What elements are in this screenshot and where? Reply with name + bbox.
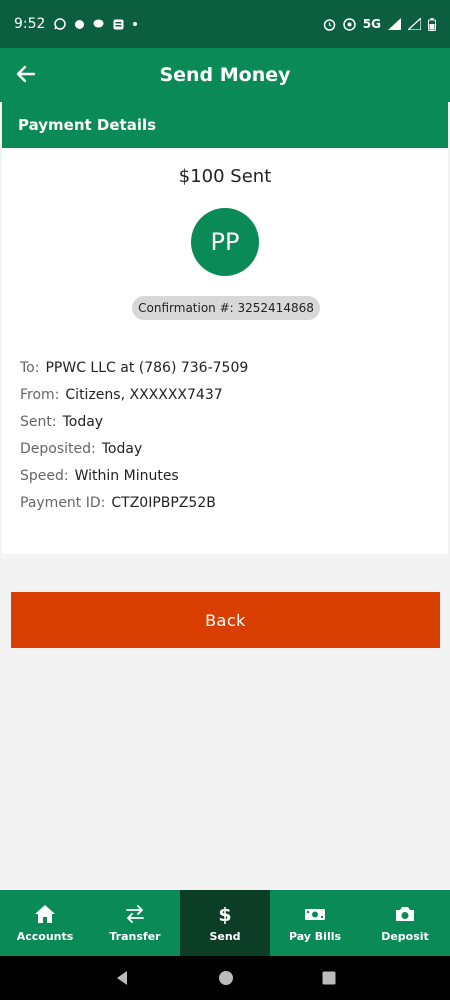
detail-row-from: From: Citizens, XXXXXX7437: [20, 381, 248, 408]
message-icon: [113, 19, 124, 29]
nav-label: Deposit: [381, 929, 429, 943]
app-bar: Send Money: [0, 48, 450, 102]
alarm-icon: [323, 18, 336, 31]
detail-label: To:: [20, 359, 40, 376]
clock: 9:52: [14, 16, 46, 32]
nav-item-accounts[interactable]: Accounts: [0, 890, 90, 956]
nav-label: Pay Bills: [288, 929, 342, 943]
status-bar: 9:52 5G: [0, 0, 450, 48]
nav-label: Transfer: [109, 929, 161, 943]
whatsapp-icon: [54, 18, 67, 30]
notification-dot-icon: [75, 19, 85, 29]
detail-row-to: To: PPWC LLC at (786) 736-7509: [20, 354, 248, 381]
system-back-icon[interactable]: [114, 970, 130, 986]
system-recents-icon[interactable]: [322, 971, 336, 985]
confirmation-badge: Confirmation #: 3252414868: [132, 296, 320, 320]
network-type: 5G: [362, 17, 381, 31]
back-arrow-icon[interactable]: [14, 62, 38, 86]
payment-details-card: $100 Sent PP Confirmation #: 3252414868 …: [2, 148, 448, 554]
hotspot-icon: [343, 17, 356, 31]
nav-label: Send: [209, 929, 241, 943]
signal-weak-icon: [408, 18, 421, 30]
detail-label: From:: [20, 386, 60, 403]
bill-icon: [305, 908, 325, 920]
nav-label: Accounts: [16, 929, 74, 943]
detail-row-sent: Sent: Today: [20, 408, 248, 435]
battery-icon: [428, 17, 436, 31]
detail-label: Deposited:: [20, 440, 96, 457]
nav-item-send[interactable]: $ Send: [180, 890, 270, 956]
detail-label: Speed:: [20, 467, 69, 484]
chat-bubble-icon: [93, 19, 104, 28]
svg-text:$: $: [218, 904, 231, 924]
detail-value: Within Minutes: [74, 467, 179, 484]
nav-item-transfer[interactable]: Transfer: [90, 890, 180, 956]
camera-icon: [396, 906, 414, 921]
nav-item-deposit[interactable]: Deposit: [360, 890, 450, 956]
avatar: PP: [191, 208, 259, 276]
signal-icon: [388, 18, 401, 30]
detail-value: PPWC LLC at (786) 736-7509: [45, 359, 249, 376]
detail-value: Today: [62, 413, 104, 430]
amount-sent: $100 Sent: [178, 166, 272, 187]
page-title: Send Money: [159, 64, 291, 86]
detail-value: CTZ0IPBPZ52B: [111, 494, 216, 511]
bottom-nav: Accounts Transfer $ Send Pay Bills Depos…: [0, 890, 450, 956]
nav-item-pay-bills[interactable]: Pay Bills: [270, 890, 360, 956]
detail-row-speed: Speed: Within Minutes: [20, 462, 248, 489]
dollar-icon: $: [218, 904, 231, 924]
home-icon: [35, 904, 55, 923]
detail-row-deposited: Deposited: Today: [20, 435, 248, 462]
small-dot-icon: [133, 22, 138, 26]
detail-label: Payment ID:: [20, 494, 106, 511]
detail-label: Sent:: [20, 413, 57, 430]
detail-row-payment-id: Payment ID: CTZ0IPBPZ52B: [20, 489, 248, 516]
section-header: Payment Details: [2, 102, 448, 148]
transfer-arrows-icon: [126, 904, 144, 923]
system-home-icon[interactable]: [218, 970, 234, 986]
details-list: To: PPWC LLC at (786) 736-7509 From: Citiz…: [20, 354, 248, 516]
back-button[interactable]: Back: [11, 592, 440, 648]
detail-value: Today: [101, 440, 143, 457]
system-nav-bar: [0, 956, 450, 1000]
detail-value: Citizens, XXXXXX7437: [65, 386, 223, 403]
